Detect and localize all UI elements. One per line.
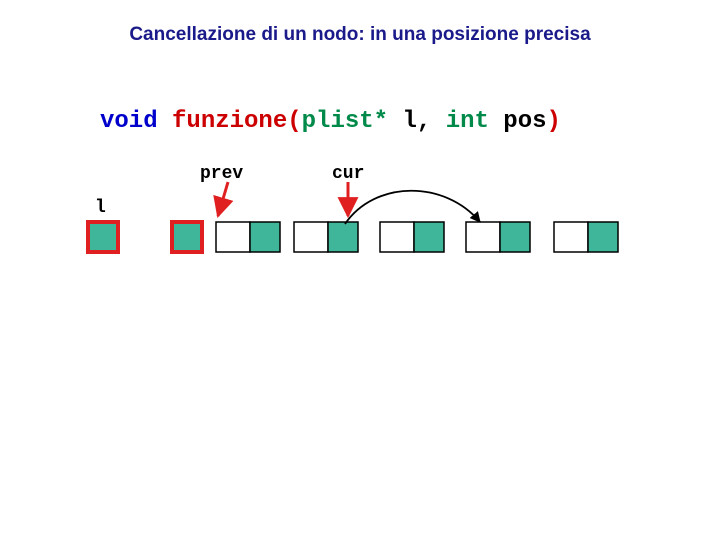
node-4 [466, 222, 530, 252]
node-5 [554, 222, 618, 252]
pointer-box-l [88, 222, 118, 252]
node-2 [294, 222, 358, 252]
bypass-arc [345, 191, 480, 224]
pointer-box-prev [172, 222, 202, 252]
node-1 [216, 222, 280, 252]
node-3 [380, 222, 444, 252]
linked-list-diagram [0, 0, 720, 540]
arrow-prev [218, 182, 228, 216]
